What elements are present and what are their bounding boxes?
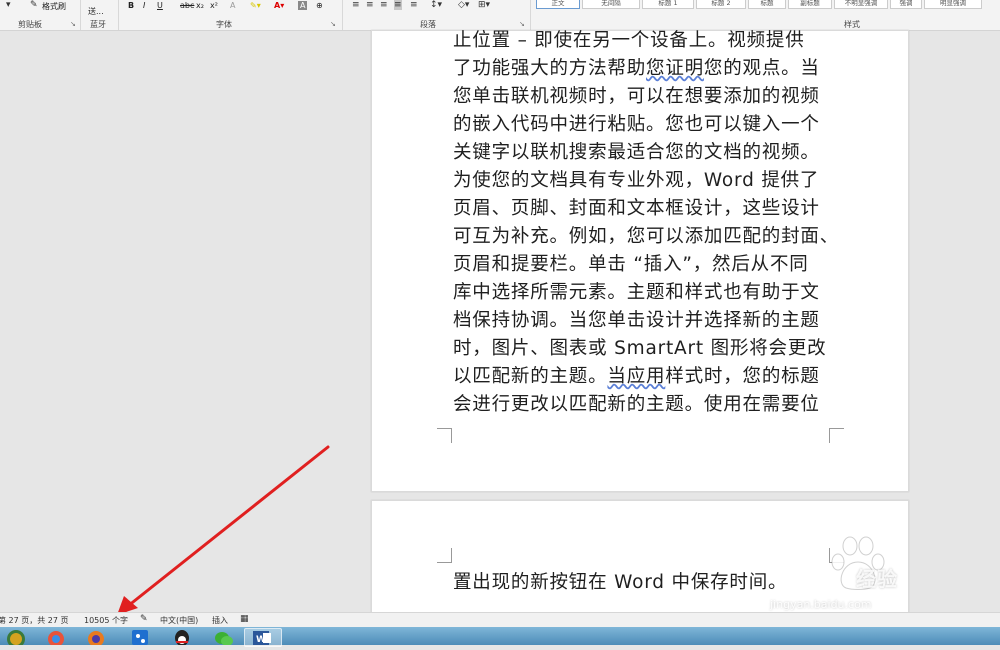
status-bar: 第 27 页，共 27 页 10505 个字 ✎ 中文(中国) 插入 ▦ bbox=[0, 612, 1000, 628]
browser-icon bbox=[48, 631, 64, 647]
macro-record-icon[interactable]: ▦ bbox=[240, 614, 249, 624]
taskbar: W bbox=[0, 627, 1000, 648]
taskbar-app-network[interactable] bbox=[124, 628, 156, 645]
qq-penguin-icon bbox=[175, 630, 189, 646]
insert-mode-indicator[interactable]: 插入 bbox=[212, 615, 228, 626]
taskbar-app-browser[interactable] bbox=[40, 628, 72, 647]
network-icon bbox=[132, 630, 148, 645]
taskbar-app-word[interactable]: W bbox=[244, 628, 282, 647]
firefox-icon bbox=[88, 631, 104, 647]
svg-text:W: W bbox=[256, 635, 266, 645]
language-indicator[interactable]: 中文(中国) bbox=[160, 615, 198, 626]
wechat-icon bbox=[215, 632, 233, 646]
taskbar-app-firefox[interactable] bbox=[80, 628, 112, 647]
annotation-arrow bbox=[117, 445, 330, 615]
page-count[interactable]: 第 27 页，共 27 页 bbox=[0, 615, 69, 626]
taskbar-app-wechat[interactable] bbox=[208, 628, 240, 646]
windows-orb-icon bbox=[7, 630, 25, 648]
proofing-icon[interactable]: ✎ bbox=[140, 614, 148, 624]
word-icon: W bbox=[253, 631, 271, 645]
start-button[interactable] bbox=[2, 628, 32, 648]
word-count[interactable]: 10505 个字 bbox=[84, 615, 128, 626]
taskbar-app-qq[interactable] bbox=[166, 628, 198, 646]
